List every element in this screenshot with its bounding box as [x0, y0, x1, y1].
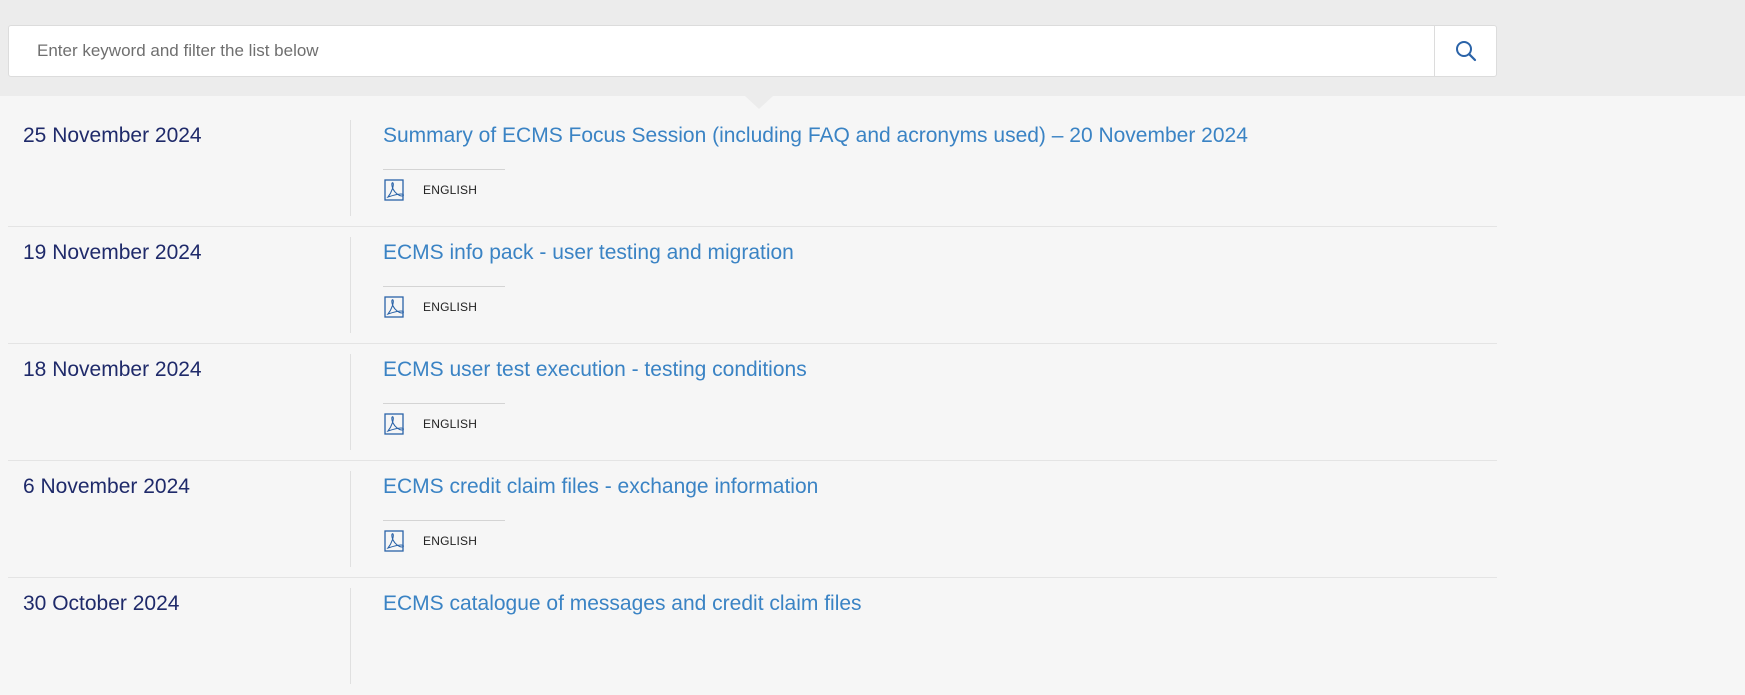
filter-pointer	[745, 96, 773, 109]
language-link-english[interactable]: ENGLISH	[423, 300, 477, 314]
keyword-filter-input[interactable]	[9, 26, 1434, 76]
publication-date: 25 November 2024	[23, 124, 202, 147]
list-item: 30 October 2024 ECMS catalogue of messag…	[8, 578, 1497, 695]
publication-title-link[interactable]: Summary of ECMS Focus Session (including…	[383, 124, 1248, 148]
pdf-icon[interactable]	[383, 529, 407, 553]
row-divider	[350, 120, 351, 216]
publication-title-link[interactable]: ECMS info pack - user testing and migrat…	[383, 241, 794, 265]
language-link-english[interactable]: ENGLISH	[423, 183, 477, 197]
publication-title-link[interactable]: ECMS credit claim files - exchange infor…	[383, 475, 818, 499]
publication-date: 6 November 2024	[23, 475, 190, 498]
file-downloads: ENGLISH	[383, 286, 505, 319]
publication-date: 18 November 2024	[23, 358, 202, 381]
list-item: 18 November 2024 ECMS user test executio…	[8, 344, 1497, 461]
pdf-icon[interactable]	[383, 412, 407, 436]
filter-box	[8, 25, 1497, 77]
publication-list: 25 November 2024 Summary of ECMS Focus S…	[8, 110, 1497, 695]
pdf-icon[interactable]	[383, 295, 407, 319]
list-item: 19 November 2024 ECMS info pack - user t…	[8, 227, 1497, 344]
search-button[interactable]	[1434, 26, 1496, 76]
file-downloads: ENGLISH	[383, 403, 505, 436]
publication-title-link[interactable]: ECMS catalogue of messages and credit cl…	[383, 592, 862, 616]
language-link-english[interactable]: ENGLISH	[423, 417, 477, 431]
row-divider	[350, 588, 351, 684]
publication-title-link[interactable]: ECMS user test execution - testing condi…	[383, 358, 807, 382]
pdf-icon[interactable]	[383, 178, 407, 202]
search-icon	[1455, 41, 1476, 62]
file-downloads: ENGLISH	[383, 169, 505, 202]
language-link-english[interactable]: ENGLISH	[423, 534, 477, 548]
publication-date: 30 October 2024	[23, 592, 180, 615]
list-item: 25 November 2024 Summary of ECMS Focus S…	[8, 110, 1497, 227]
row-divider	[350, 237, 351, 333]
row-divider	[350, 471, 351, 567]
filter-bar	[0, 0, 1745, 96]
publication-date: 19 November 2024	[23, 241, 202, 264]
file-downloads: ENGLISH	[383, 520, 505, 553]
row-divider	[350, 354, 351, 450]
list-item: 6 November 2024 ECMS credit claim files …	[8, 461, 1497, 578]
